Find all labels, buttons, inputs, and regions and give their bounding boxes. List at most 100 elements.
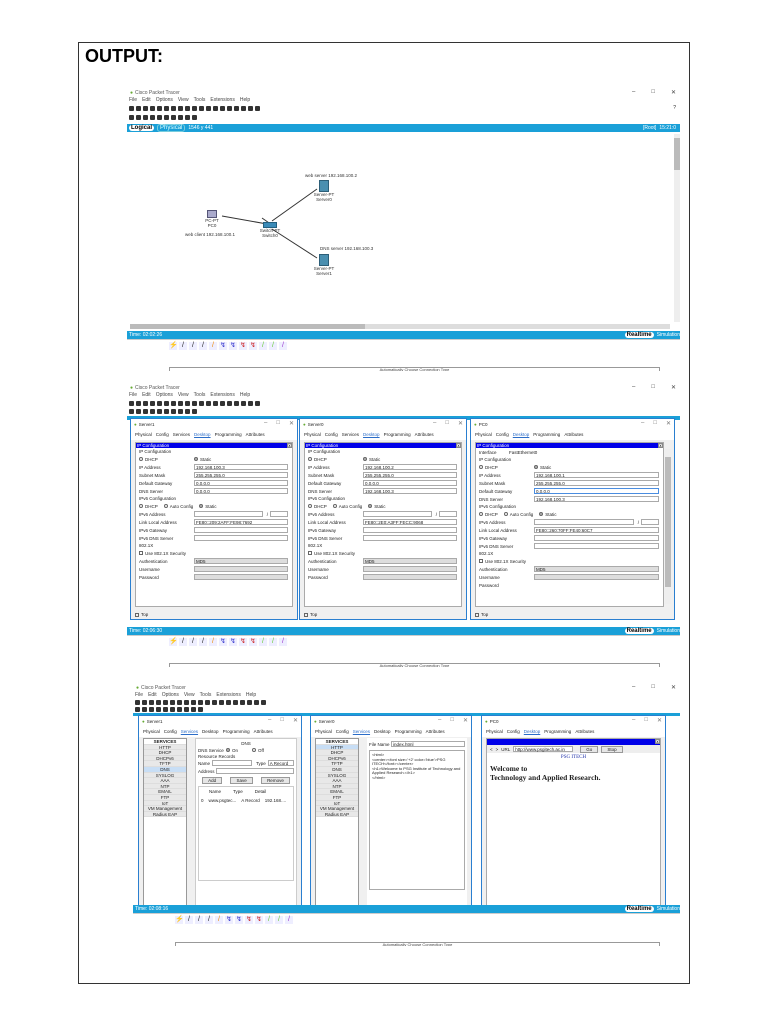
tab-programming[interactable]: Programming (395, 729, 422, 734)
remove-button[interactable]: Remove (261, 777, 290, 784)
add-button[interactable]: Add (202, 777, 223, 784)
tab-physical[interactable]: Physical (315, 729, 332, 734)
subnet-mask-input[interactable]: 255.255.255.0 (194, 472, 288, 478)
close-icon[interactable]: ✕ (293, 717, 298, 724)
close-icon[interactable]: ✕ (458, 420, 463, 427)
tab-programming[interactable]: Programming (533, 432, 560, 437)
menu-file[interactable]: File (129, 392, 137, 399)
dns-on-radio[interactable]: On (226, 748, 238, 753)
maximize-icon[interactable]: □ (280, 717, 284, 724)
use-8021x-checkbox[interactable]: Use 802.1X Security (476, 557, 663, 565)
auth-select[interactable]: MD5 (363, 558, 457, 564)
gateway-input[interactable]: 0.0.0.0 (194, 480, 288, 486)
top-checkbox[interactable]: Top (135, 612, 148, 617)
horizontal-scrollbar[interactable] (130, 324, 670, 329)
maximize-icon[interactable]: □ (651, 684, 655, 691)
maximize-icon[interactable]: □ (450, 717, 454, 724)
close-icon[interactable]: ✕ (657, 717, 662, 724)
menu-edit[interactable]: Edit (142, 97, 151, 104)
static-radio[interactable]: Static (534, 465, 551, 470)
cable-list[interactable]: ⚡ / / / / ↯ ↯ ↯ ↯ / / / (175, 916, 293, 924)
link-local-input[interactable]: FE80::209:2AFF:FE98:7692 (194, 519, 288, 525)
logical-canvas[interactable]: web server 192.168.100.2 Server-PT Server… (127, 132, 672, 324)
dhcp-radio[interactable]: DHCP (139, 457, 194, 462)
close-icon[interactable]: ✕ (671, 384, 676, 391)
auto-config-radio[interactable]: Auto Config (332, 504, 362, 509)
prefix-input[interactable] (439, 511, 457, 517)
menu-tools[interactable]: Tools (194, 392, 206, 399)
node-server0[interactable]: Server-PT Server0 (309, 180, 339, 202)
minimize-icon[interactable]: – (632, 384, 635, 391)
menu-file[interactable]: File (129, 97, 137, 104)
tab-services[interactable]: Services (181, 729, 198, 734)
tab-services[interactable]: Services (342, 432, 359, 437)
tab-programming[interactable]: Programming (215, 432, 242, 437)
toolbar-main[interactable] (129, 105, 260, 112)
url-input[interactable]: http://www.psgitech.ac.in (513, 746, 574, 752)
top-checkbox[interactable]: Top (304, 612, 317, 617)
file-name-input[interactable]: index.html (391, 741, 465, 747)
menu-view[interactable]: View (178, 392, 189, 399)
username-input[interactable] (363, 566, 457, 572)
link-local-input[interactable]: FE80::260:70FF:FE40:60C7 (534, 527, 659, 533)
simulation-tab[interactable]: Simulation (657, 628, 680, 634)
tab-services[interactable]: Services (173, 432, 190, 437)
ip-address-input[interactable]: 192.168.100.3 (194, 464, 288, 470)
tab-config[interactable]: Config (507, 729, 520, 734)
minimize-icon[interactable]: – (433, 420, 436, 427)
dhcp6-radio[interactable]: DHCP (308, 504, 327, 509)
menu-file[interactable]: File (135, 692, 143, 699)
help-icon[interactable]: ? (673, 105, 676, 111)
tab-config[interactable]: Config (156, 432, 169, 437)
menu-view[interactable]: View (184, 692, 195, 699)
close-icon[interactable]: ✕ (671, 684, 676, 691)
dns-server-input[interactable]: 0.0.0.0 (194, 488, 288, 494)
dns-off-radio[interactable]: Off (252, 748, 264, 753)
prefix-input[interactable] (641, 519, 659, 525)
menu-tools[interactable]: Tools (194, 97, 206, 104)
vertical-scrollbar[interactable] (665, 449, 671, 604)
subnet-mask-input[interactable]: 255.255.255.0 (363, 472, 457, 478)
cable-list[interactable]: ⚡ / / / / ↯ ↯ ↯ ↯ / / / (169, 342, 287, 350)
minimize-icon[interactable]: – (641, 420, 644, 427)
tab-config[interactable]: Config (164, 729, 177, 734)
tab-physical[interactable]: Physical (135, 432, 152, 437)
tab-config[interactable]: Config (325, 432, 338, 437)
ip-address-input[interactable]: 192.168.100.1 (534, 472, 659, 478)
password-input[interactable] (363, 574, 457, 580)
service-vm-management[interactable]: VM Management (144, 806, 186, 812)
tab-desktop[interactable]: Desktop (374, 729, 391, 734)
physical-tab[interactable]: Physical (157, 124, 186, 132)
maximize-icon[interactable]: □ (644, 717, 648, 724)
link-local-input[interactable]: FE80::2E0:A3FF:FECC:9068 (363, 519, 457, 525)
close-icon[interactable]: ✕ (289, 420, 294, 427)
static6-radio[interactable]: Static (368, 504, 386, 509)
dns-server-input[interactable]: 192.168.100.3 (363, 488, 457, 494)
subnet-mask-input[interactable]: 255.255.255.0 (534, 480, 659, 486)
close-icon[interactable]: x (287, 443, 292, 448)
minimize-icon[interactable]: – (632, 89, 635, 96)
tab-desktop[interactable]: Desktop (513, 432, 530, 437)
toolbar-secondary[interactable] (135, 706, 203, 713)
logical-tab[interactable]: Logical (129, 125, 155, 131)
tab-attributes[interactable]: Attributes (575, 729, 594, 734)
tab-physical[interactable]: Physical (486, 729, 503, 734)
ipv6-address-input[interactable] (534, 519, 634, 525)
service-vm-management[interactable]: VM Management (316, 806, 358, 812)
tab-config[interactable]: Config (496, 432, 509, 437)
toolbar-main[interactable] (135, 699, 266, 706)
dhcp6-radio[interactable]: DHCP (139, 504, 158, 509)
close-icon[interactable]: x (456, 443, 461, 448)
username-input[interactable] (194, 566, 288, 572)
menu-edit[interactable]: Edit (148, 692, 157, 699)
maximize-icon[interactable]: □ (276, 420, 280, 427)
interface-select[interactable]: FastEthernet0 (509, 450, 537, 455)
close-icon[interactable]: ✕ (666, 420, 671, 427)
realtime-tab[interactable]: Realtime (624, 332, 654, 338)
tab-physical[interactable]: Physical (304, 432, 321, 437)
node-switch0[interactable]: Switch-PT Switch0 (255, 222, 285, 238)
toolbar-main[interactable] (129, 400, 260, 407)
stop-button[interactable]: Stop (601, 745, 623, 753)
name-input[interactable] (212, 760, 252, 766)
menu-extensions[interactable]: Extensions (216, 692, 240, 699)
